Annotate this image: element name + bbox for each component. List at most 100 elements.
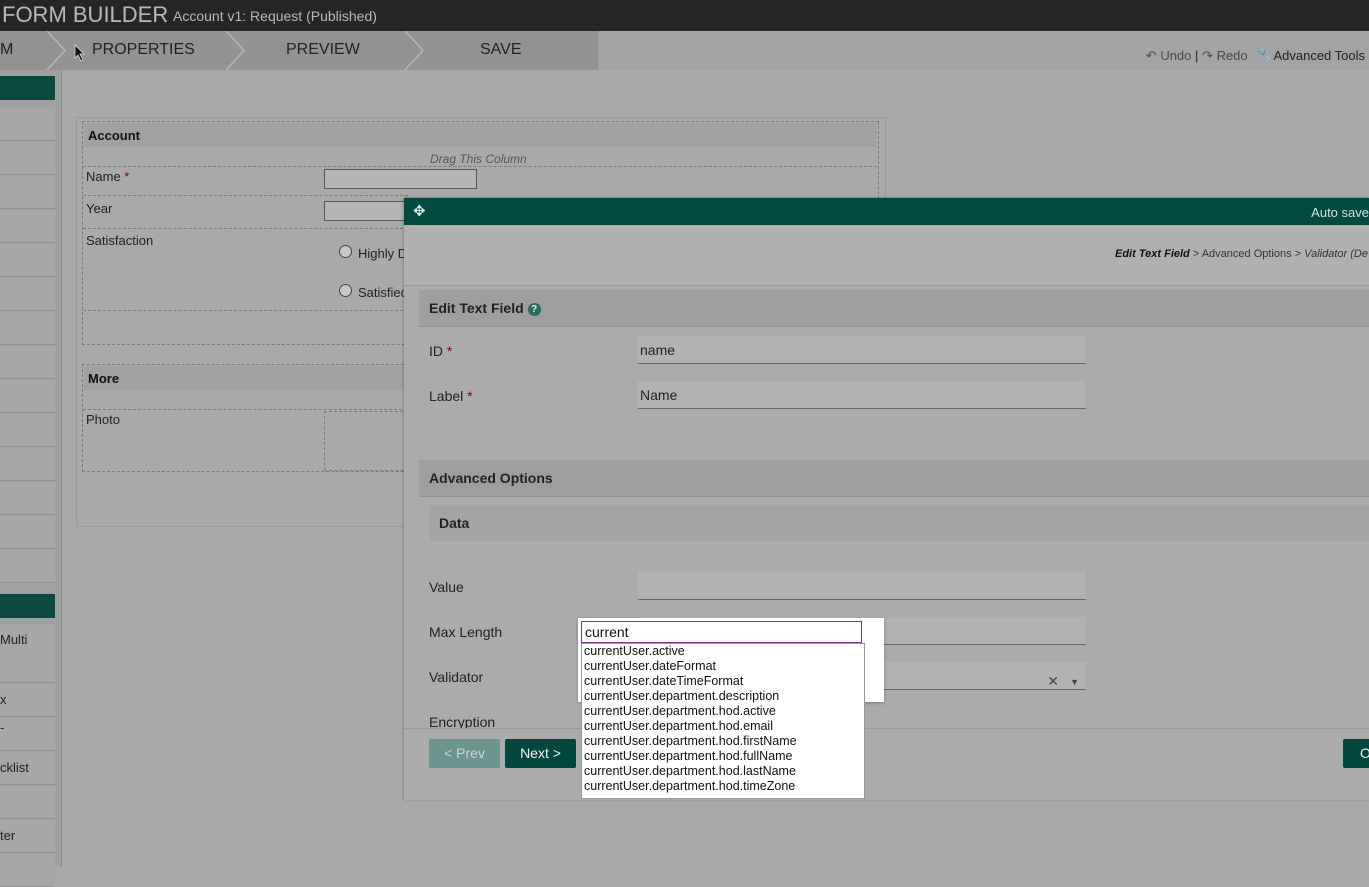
- autocomplete-option[interactable]: currentUser.active: [582, 644, 864, 659]
- palette-item[interactable]: [0, 482, 55, 515]
- label-input[interactable]: Name: [638, 381, 1086, 409]
- palette-item[interactable]: [0, 244, 55, 277]
- id-input[interactable]: name: [638, 336, 1086, 364]
- palette-item[interactable]: [0, 380, 55, 413]
- palette-item[interactable]: [0, 278, 55, 311]
- field-photo-dropzone[interactable]: [324, 411, 408, 471]
- app-title: FORM BUILDER: [2, 2, 169, 27]
- mouse-cursor-icon: [74, 44, 85, 62]
- data-subsection-header[interactable]: Data: [430, 505, 1369, 541]
- palette-item[interactable]: [0, 346, 55, 379]
- chevron-down-icon[interactable]: ▼: [1070, 668, 1079, 696]
- validator-label: Validator: [429, 669, 484, 685]
- advanced-tools-button[interactable]: 🔧Advanced Tools: [1257, 48, 1365, 64]
- field-divider: [83, 409, 407, 410]
- label-label: Label *: [429, 388, 473, 404]
- id-label: ID *: [429, 343, 453, 359]
- advanced-tools-label: Advanced Tools: [1273, 48, 1365, 63]
- drag-column-hint[interactable]: Drag This Column: [430, 152, 527, 166]
- palette-item[interactable]: [0, 854, 55, 887]
- autocomplete-option[interactable]: currentUser.department.hod.email: [582, 719, 864, 734]
- breadcrumb-advanced[interactable]: Advanced Options: [1202, 248, 1292, 260]
- edit-text-field-header: Edit Text Field?: [419, 290, 1369, 327]
- autocomplete-option[interactable]: currentUser.department.description: [582, 689, 864, 704]
- dialog-footer: < Prev Next > O: [404, 728, 1369, 800]
- step-chevron-icon: [225, 31, 246, 70]
- section-account-header: [84, 123, 877, 147]
- wrench-icon: 🔧: [1257, 48, 1274, 63]
- edit-field-dialog: ✥ Auto save Edit Text Field > Advanced O…: [404, 198, 1369, 800]
- palette-item[interactable]: ter: [0, 820, 55, 853]
- app-subtitle: Account v1: Request (Published): [173, 8, 377, 24]
- field-year-input[interactable]: [324, 201, 410, 221]
- autocomplete-option[interactable]: currentUser.department.hod.firstName: [582, 734, 864, 749]
- autocomplete-option[interactable]: currentUser.department.hod.active: [582, 704, 864, 719]
- section-more-header: [84, 366, 406, 390]
- autocomplete-option[interactable]: currentUser.department.hod.fullName: [582, 749, 864, 764]
- palette-item[interactable]: [0, 176, 55, 209]
- prev-button[interactable]: < Prev: [429, 739, 500, 768]
- undo-button[interactable]: ↶ Undo: [1146, 48, 1192, 64]
- step-chevron-icon: [404, 31, 425, 70]
- autocomplete-input[interactable]: current: [581, 621, 862, 644]
- breadcrumb-validator[interactable]: Validator (De: [1304, 248, 1368, 260]
- step-properties[interactable]: PROPERTIES: [92, 31, 195, 70]
- toolbar-tools: ↶ Undo | ↷ Redo 🔧Advanced Tools: [1146, 48, 1365, 64]
- autocomplete-option[interactable]: currentUser.dateTimeFormat: [582, 674, 864, 689]
- redo-button[interactable]: ↷ Redo: [1202, 48, 1248, 64]
- breadcrumb-separator: >: [1294, 248, 1302, 260]
- radio-satisfied[interactable]: [339, 284, 352, 297]
- palette-item[interactable]: [0, 414, 55, 447]
- help-icon[interactable]: ?: [527, 303, 541, 316]
- section-more-title: More: [88, 371, 120, 386]
- redo-label: Redo: [1216, 48, 1248, 63]
- palette-item-multi[interactable]: Multi: [0, 624, 55, 683]
- dialog-header[interactable]: ✥ Auto save: [404, 198, 1369, 225]
- field-divider: [83, 195, 408, 196]
- redo-icon: ↷: [1202, 48, 1213, 63]
- palette-item[interactable]: [0, 550, 55, 583]
- palette-item[interactable]: x: [0, 684, 55, 717]
- radio-highly-dissatisfied[interactable]: [339, 245, 352, 258]
- palette-sidebar: Multi x - cklist ter: [0, 70, 62, 887]
- palette-item[interactable]: -: [0, 718, 55, 751]
- advanced-options-title: Advanced Options: [429, 470, 553, 486]
- step-design[interactable]: M: [0, 31, 13, 70]
- step-save[interactable]: SAVE: [480, 31, 522, 70]
- palette-item-label: cklist: [0, 760, 29, 775]
- ok-button[interactable]: O: [1343, 739, 1369, 768]
- field-year-label: Year: [86, 201, 113, 216]
- palette-item[interactable]: [0, 210, 55, 243]
- clear-icon[interactable]: ✕: [1047, 667, 1059, 695]
- palette-item[interactable]: [0, 312, 55, 345]
- max-length-label: Max Length: [429, 624, 503, 640]
- autocomplete-option[interactable]: currentUser.department.hod.timeZone: [582, 779, 864, 794]
- value-input[interactable]: [638, 572, 1086, 600]
- breadcrumb-current[interactable]: Edit Text Field: [1115, 248, 1190, 260]
- autosave-label[interactable]: Auto save: [1311, 205, 1369, 220]
- dialog-breadcrumb-bar: Edit Text Field > Advanced Options > Val…: [404, 225, 1369, 286]
- step-preview[interactable]: PREVIEW: [286, 31, 360, 70]
- advanced-options-header[interactable]: Advanced Options: [419, 460, 1369, 497]
- palette-item[interactable]: [0, 786, 55, 819]
- palette-item[interactable]: [0, 142, 55, 175]
- tool-separator: |: [1195, 48, 1199, 63]
- move-icon[interactable]: ✥: [413, 202, 426, 220]
- palette-item-label: ter: [0, 828, 16, 843]
- autocomplete-option[interactable]: currentUser.department.hod.lastName: [582, 764, 864, 779]
- radio-label: Satisfied: [358, 285, 408, 300]
- palette-item-checklist[interactable]: cklist: [0, 752, 55, 785]
- autocomplete-option[interactable]: currentUser.dateFormat: [582, 659, 864, 674]
- undo-icon: ↶: [1145, 48, 1157, 63]
- palette-item[interactable]: [0, 448, 55, 481]
- field-photo-label: Photo: [86, 412, 120, 427]
- undo-label: Undo: [1160, 48, 1192, 63]
- palette-item-label: Multi: [0, 632, 28, 647]
- next-button[interactable]: Next >: [505, 739, 576, 768]
- palette-item[interactable]: [0, 516, 55, 549]
- section-account-title: Account: [88, 128, 140, 143]
- field-divider: [83, 228, 408, 229]
- radio-label: Highly D: [358, 246, 408, 261]
- field-name-input[interactable]: [324, 169, 477, 189]
- palette-item[interactable]: [0, 108, 55, 141]
